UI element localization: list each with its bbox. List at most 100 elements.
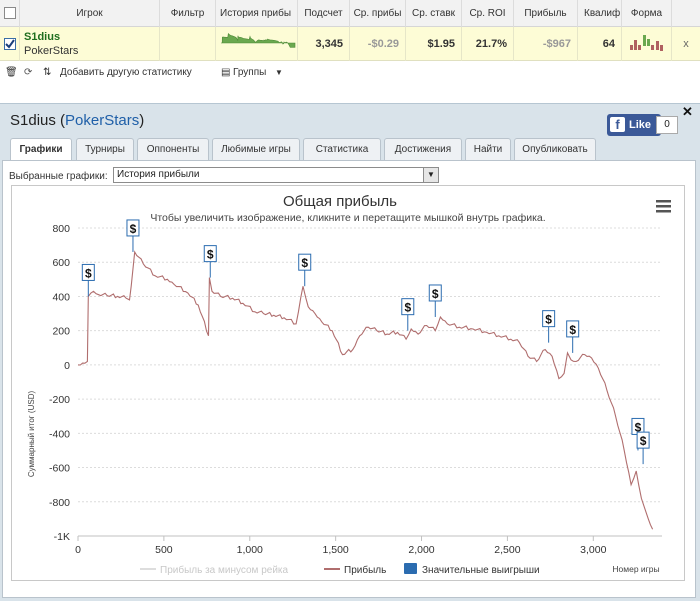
marker-dollar-label: $ bbox=[432, 287, 439, 301]
tab-publish[interactable]: Опубликовать bbox=[514, 138, 596, 160]
profit-chart-svg[interactable]: Общая прибыль Чтобы увеличить изображени… bbox=[12, 186, 684, 580]
add-stats-icon: ⇅ bbox=[43, 67, 52, 78]
legend-profit-label[interactable]: Прибыль bbox=[344, 564, 386, 576]
select-all-checkbox[interactable] bbox=[4, 7, 16, 19]
y-tick-label: -800 bbox=[49, 497, 70, 509]
form-bars bbox=[630, 35, 663, 51]
facebook-icon: f bbox=[610, 117, 625, 132]
y-tick-label: 600 bbox=[52, 257, 70, 269]
marker-dollar-label: $ bbox=[207, 248, 214, 262]
table-header-row: Игрок Фильтр История прибы Подсчет Ср. п… bbox=[0, 0, 700, 27]
close-panel-icon[interactable]: ✕ bbox=[682, 104, 693, 120]
legend-big-wins-label[interactable]: Значительные выигрыши bbox=[422, 565, 540, 576]
chart-select-label: Выбранные графики: bbox=[9, 171, 108, 182]
avg-profit-value: -$0.29 bbox=[350, 27, 406, 61]
chart-subtitle: Чтобы увеличить изображение, кликните и … bbox=[150, 212, 545, 224]
stats-table: Игрок Фильтр История прибы Подсчет Ср. п… bbox=[0, 0, 700, 88]
y-tick-label: -400 bbox=[49, 428, 70, 440]
tab-statistics[interactable]: Статистика bbox=[303, 138, 381, 160]
marker-dollar-label: $ bbox=[301, 256, 308, 270]
x-tick-label: 1,500 bbox=[323, 544, 349, 556]
refresh-icon[interactable]: ⟳ bbox=[24, 62, 32, 84]
avg-roi-value: 21.7% bbox=[462, 27, 514, 61]
y-tick-label: 400 bbox=[52, 291, 70, 303]
qualification-value: 64 bbox=[578, 27, 622, 61]
filter-cell bbox=[160, 27, 216, 61]
column-header-avg-roi[interactable]: Ср. ROI bbox=[462, 0, 514, 27]
column-header-filter[interactable]: Фильтр bbox=[160, 0, 216, 27]
legend-rake-label[interactable]: Прибыль за минусом рейка bbox=[160, 564, 289, 576]
groups-icon: ▤ bbox=[221, 67, 231, 78]
x-tick-label: 2,500 bbox=[494, 544, 520, 556]
tab-opponents[interactable]: Оппоненты bbox=[137, 138, 209, 160]
marker-dollar-label: $ bbox=[569, 323, 576, 337]
big-win-marker[interactable]: $ bbox=[401, 298, 415, 331]
marker-dollar-label: $ bbox=[404, 301, 411, 315]
y-tick-label: 800 bbox=[52, 223, 70, 235]
big-win-marker[interactable]: $ bbox=[566, 320, 580, 353]
column-header-form[interactable]: Форма bbox=[622, 0, 672, 27]
count-value: 3,345 bbox=[298, 27, 350, 61]
column-header-avg-stake[interactable]: Ср. ставк bbox=[406, 0, 462, 27]
panel-title: S1dius (PokerStars) bbox=[10, 112, 145, 129]
panel-room-link[interactable]: PokerStars bbox=[65, 112, 139, 129]
facebook-like-button[interactable]: f Like bbox=[607, 114, 661, 136]
avg-stake-value: $1.95 bbox=[406, 27, 462, 61]
player-cell: S1dius PokerStars bbox=[20, 27, 160, 61]
profit-sparkline bbox=[220, 32, 296, 48]
marker-dollar-label: $ bbox=[85, 266, 92, 280]
y-tick-label: -200 bbox=[49, 394, 70, 406]
big-win-marker[interactable]: $ bbox=[636, 431, 650, 465]
chart-legend: Прибыль за минусом рейка Прибыль Значите… bbox=[140, 563, 540, 576]
form-cell bbox=[622, 27, 672, 61]
x-tick-label: 2,000 bbox=[408, 544, 434, 556]
table-toolbar: 🗑 ⟳ ⇅ Добавить другую статистику ▤ Групп… bbox=[0, 62, 700, 84]
player-name-link[interactable]: S1dius bbox=[24, 30, 153, 44]
row-checkbox[interactable] bbox=[4, 38, 16, 50]
y-axis-label: Суммарный итог (USD) bbox=[27, 391, 36, 478]
big-win-marker[interactable]: $ bbox=[542, 310, 556, 343]
x-tick-label: 1,000 bbox=[237, 544, 263, 556]
y-tick-label: -1K bbox=[54, 531, 70, 543]
select-all-cell bbox=[0, 0, 20, 27]
groups-dropdown[interactable]: Группы bbox=[233, 62, 266, 84]
chevron-down-icon[interactable]: ▼ bbox=[423, 168, 438, 182]
tab-search[interactable]: Найти bbox=[465, 138, 511, 160]
row-select-cell bbox=[0, 27, 20, 61]
history-sparkline-cell[interactable] bbox=[216, 27, 298, 61]
marker-dollar-label: $ bbox=[130, 222, 137, 236]
tab-charts[interactable]: Графики bbox=[10, 138, 72, 162]
legend-big-wins-swatch bbox=[404, 563, 417, 574]
x-tick-label: 0 bbox=[75, 544, 81, 556]
trash-icon[interactable]: 🗑 bbox=[5, 62, 18, 84]
big-win-marker[interactable]: $ bbox=[298, 253, 312, 287]
x-tick-label: 500 bbox=[155, 544, 173, 556]
column-header-history[interactable]: История прибы bbox=[216, 0, 298, 27]
player-room: PokerStars bbox=[24, 45, 79, 57]
chevron-down-icon: ▼ bbox=[275, 68, 283, 77]
column-header-player[interactable]: Игрок bbox=[20, 0, 160, 27]
checkmark-icon bbox=[5, 39, 15, 49]
profit-chart[interactable]: Общая прибыль Чтобы увеличить изображени… bbox=[11, 185, 685, 581]
column-header-profit[interactable]: Прибыль bbox=[514, 0, 578, 27]
tab-tournaments[interactable]: Турниры bbox=[76, 138, 134, 160]
tab-achievements[interactable]: Достижения bbox=[384, 138, 462, 160]
column-header-count[interactable]: Подсчет bbox=[298, 0, 350, 27]
x-axis-label: Номер игры bbox=[612, 564, 659, 574]
marker-dollar-label: $ bbox=[545, 313, 552, 327]
add-stats-link[interactable]: Добавить другую статистику bbox=[60, 62, 192, 84]
big-win-marker[interactable]: $ bbox=[203, 245, 217, 278]
tab-favorite-games[interactable]: Любимые игры bbox=[212, 138, 300, 160]
chart-title: Общая прибыль bbox=[283, 193, 397, 210]
chart-select-value: История прибыли bbox=[117, 169, 200, 180]
big-win-marker[interactable]: $ bbox=[428, 284, 442, 317]
big-win-marker[interactable]: $ bbox=[126, 219, 140, 252]
remove-row-button[interactable]: x bbox=[672, 27, 700, 61]
y-tick-label: 200 bbox=[52, 326, 70, 338]
player-panel: S1dius (PokerStars) ✕ f Like 0 Графики Т… bbox=[0, 103, 700, 601]
column-header-qualification[interactable]: Квалиф bbox=[578, 0, 622, 27]
chart-select[interactable]: История прибыли ▼ bbox=[113, 167, 439, 183]
table-row[interactable]: S1dius PokerStars 3,345 -$0.29 $1.95 21.… bbox=[0, 27, 700, 61]
column-header-avg-profit[interactable]: Ср. прибы bbox=[350, 0, 406, 27]
chart-menu-icon[interactable] bbox=[656, 200, 671, 213]
